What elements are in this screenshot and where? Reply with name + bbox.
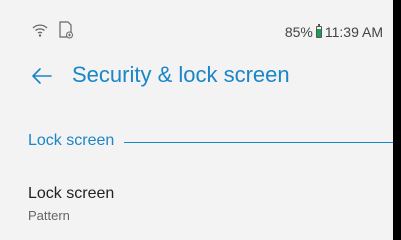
status-right: 85% 11:39 AM: [285, 22, 383, 42]
app-bar: Security & lock screen: [0, 60, 393, 96]
sim-card-icon: [58, 20, 74, 44]
section-divider: [124, 141, 393, 143]
lock-screen-setting[interactable]: Lock screen Pattern: [0, 178, 393, 230]
setting-title: Lock screen: [28, 185, 115, 202]
battery-percent: 85%: [284, 24, 313, 40]
wifi-icon: [32, 22, 48, 43]
section-label: Lock screen: [28, 132, 115, 149]
battery-icon: [315, 24, 322, 38]
section-header-lock-screen: Lock screen: [28, 132, 393, 150]
back-arrow-icon[interactable]: [30, 64, 54, 88]
setting-summary: Pattern: [28, 208, 70, 223]
page-title: Security & lock screen: [72, 62, 290, 87]
status-bar: 85% 11:39 AM: [0, 0, 393, 66]
clock: 11:39 AM: [324, 24, 383, 40]
status-icons-left: [32, 20, 74, 44]
screen-edge: [393, 0, 401, 240]
